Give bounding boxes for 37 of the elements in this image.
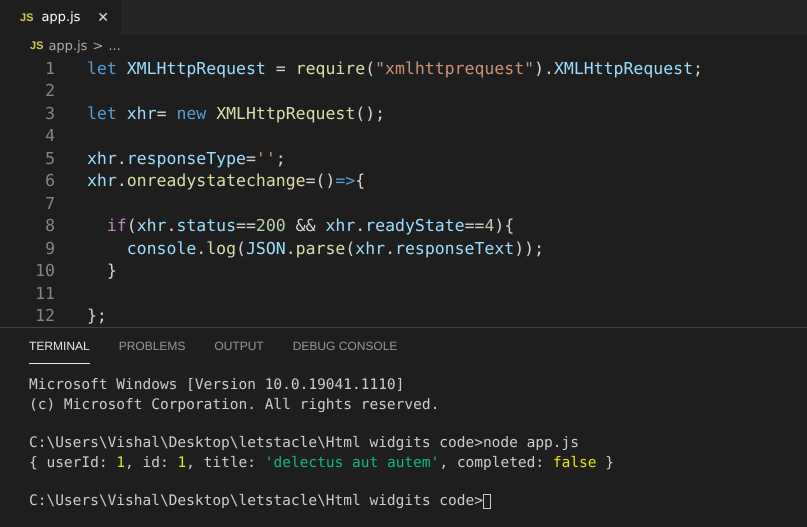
line-number: 1: [44, 58, 56, 78]
code-line: xhr.responseType='';: [87, 148, 286, 168]
close-icon[interactable]: ✕: [97, 10, 109, 26]
terminal-line: Microsoft Windows [Version 10.0.19041.1110]: [29, 376, 406, 395]
terminal-line: C:\Users\Vishal\Desktop\letstacle\Html widgits code>: [29, 492, 483, 511]
line-number: 3: [44, 104, 56, 123]
line-number: 5: [44, 148, 56, 168]
editor-tab[interactable]: JS app.js ✕: [0, 0, 121, 35]
line-number: 4: [44, 126, 56, 146]
code-line: xhr.onreadystatechange=()=>{: [87, 171, 366, 190]
panel-tab[interactable]: DEBUG CONSOLE: [292, 328, 398, 364]
panel-tab[interactable]: TERMINAL: [29, 328, 90, 364]
panel-tab[interactable]: PROBLEMS: [118, 328, 186, 364]
line-number: 8: [44, 216, 56, 236]
code-line: };: [87, 306, 107, 326]
panel-tab[interactable]: OUTPUT: [214, 328, 264, 364]
code-line: console.log(JSON.parse(xhr.responseText));: [126, 238, 544, 258]
javascript-file-icon: JS: [30, 40, 44, 52]
code-line: if(xhr.status==200 && xhr.readyState==4){: [106, 216, 514, 236]
line-number: 7: [44, 194, 56, 213]
breadcrumb-item[interactable]: app.js: [48, 38, 88, 54]
code-line: let XMLHttpRequest = require("xmlhttprequest").XMLHttpRequest;: [87, 58, 703, 78]
line-number: 2: [44, 81, 56, 100]
line-number: 9: [44, 238, 56, 258]
breadcrumb-item[interactable]: ...: [108, 38, 121, 54]
javascript-file-icon: JS: [20, 12, 34, 24]
terminal-line: { userId: 1, id: 1, title: 'delectus aut autem', completed: false }: [29, 454, 615, 472]
line-number: 6: [44, 171, 56, 190]
line-number: 11: [34, 284, 56, 303]
line-number: 10: [34, 261, 56, 280]
terminal-line: (c) Microsoft Corporation. All rights reserved.: [29, 396, 440, 414]
tab-label: app.js: [41, 10, 82, 25]
terminal-line: C:\Users\Vishal\Desktop\letstacle\Html widgits code>node app.js: [29, 434, 580, 453]
code-line: let xhr= new XMLHttpRequest();: [87, 104, 386, 123]
breadcrumb-separator: >: [92, 38, 104, 54]
code-line: }: [106, 261, 117, 280]
line-number: 12: [34, 306, 56, 326]
